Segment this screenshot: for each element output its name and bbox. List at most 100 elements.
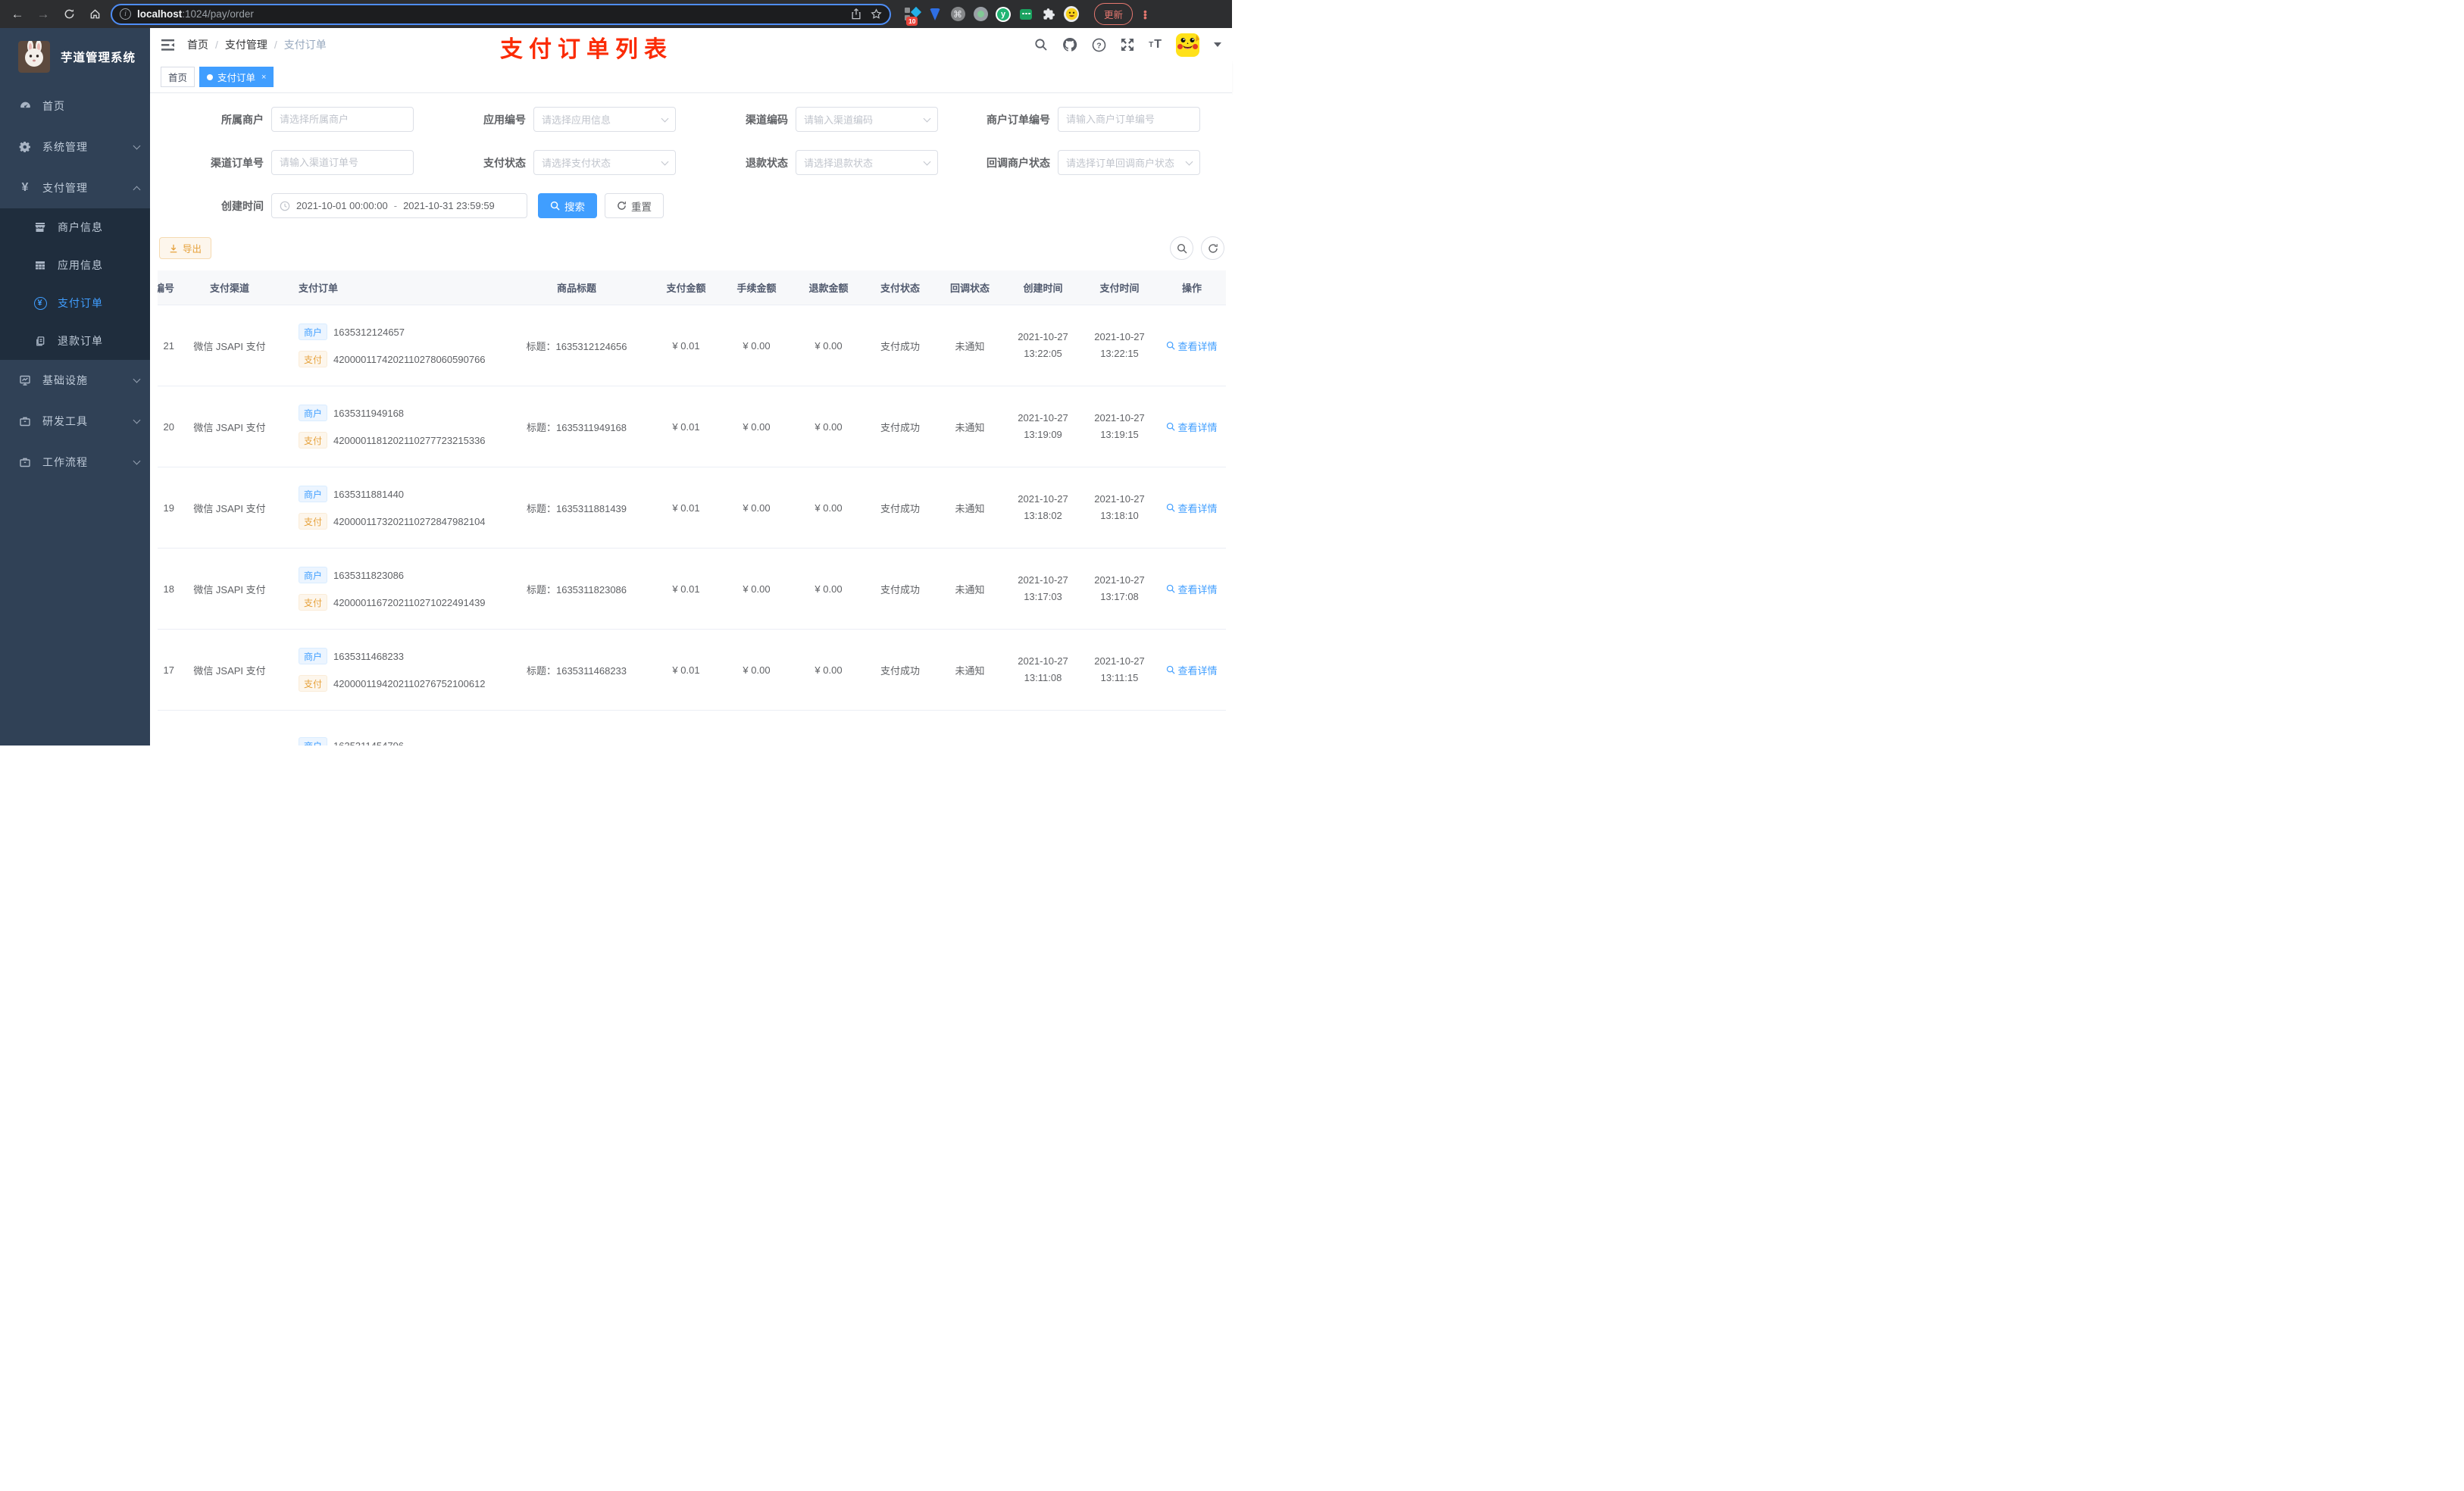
clock-icon: [280, 201, 290, 211]
orders-table: 编号 支付渠道 支付订单 商品标题 支付金额 手续金额 退款金额 支付状态 回调…: [158, 270, 1226, 746]
breadcrumb-current: 支付订单: [283, 39, 327, 51]
magnifier-icon: [1167, 341, 1176, 350]
reset-button[interactable]: 重置: [605, 193, 664, 218]
magnifier-icon: [1167, 665, 1176, 674]
back-icon[interactable]: ←: [8, 5, 27, 24]
page-content: 所属商户 应用编号 请选择应用信息 渠道编码 请输入渠道编码 商户订单编号: [150, 93, 1232, 746]
extensions-puzzle-icon[interactable]: [1041, 7, 1056, 22]
app-select[interactable]: 请选择应用信息: [533, 107, 676, 132]
fullscreen-icon[interactable]: [1121, 38, 1134, 52]
extension-command-icon[interactable]: ⌘: [950, 7, 965, 22]
channel-order-no-input[interactable]: [271, 150, 414, 175]
shop-icon: [33, 221, 47, 233]
chevron-down-icon: [661, 114, 669, 122]
breadcrumb-home[interactable]: 首页: [187, 37, 208, 52]
filter-row-1: 所属商户 应用编号 请选择应用信息 渠道编码 请输入渠道编码 商户订单编号: [158, 107, 1226, 132]
gear-icon: [18, 141, 32, 153]
view-detail-link[interactable]: 查看详情: [1166, 582, 1218, 596]
pay-status-select[interactable]: 请选择支付状态: [533, 150, 676, 175]
profile-avatar-icon[interactable]: [1064, 6, 1079, 22]
sidebar-item-refund-order[interactable]: 退款订单: [0, 322, 150, 360]
home-icon[interactable]: [85, 5, 105, 24]
pay-tag: 支付: [299, 351, 328, 367]
export-button[interactable]: 导出: [159, 237, 212, 259]
create-time-range-picker[interactable]: 2021-10-01 00:00:00 - 2021-10-31 23:59:5…: [271, 193, 527, 218]
help-icon[interactable]: ?: [1092, 38, 1106, 52]
sidebar-item-devtool[interactable]: 研发工具: [0, 401, 150, 442]
filter-row-2: 渠道订单号 支付状态 请选择支付状态 退款状态 请选择退款状态 回调商户状态 请…: [158, 150, 1226, 175]
search-toggle-button[interactable]: [1170, 236, 1193, 260]
search-icon[interactable]: [1034, 38, 1048, 52]
site-info-icon[interactable]: i: [120, 8, 131, 20]
table-row: 21 微信 JSAPI 支付 商户 1635312124657 支付 4200001…: [158, 305, 1226, 386]
sidebar-item-merchant-info[interactable]: 商户信息: [0, 208, 150, 246]
sidebar-item-workflow[interactable]: 工作流程: [0, 442, 150, 483]
top-navbar: 首页 / 支付管理 / 支付订单 支付订单列表 ? T T: [150, 28, 1232, 62]
tag-pay-order[interactable]: 支付订单 ×: [199, 67, 274, 87]
date-end: 2021-10-31 23:59:59: [403, 200, 495, 211]
reload-icon[interactable]: [59, 5, 79, 24]
chevron-down-icon: [133, 142, 141, 149]
sidebar-item-pay[interactable]: ¥ 支付管理: [0, 167, 150, 208]
font-size-icon[interactable]: TT: [1149, 38, 1162, 52]
breadcrumb: 首页 / 支付管理 / 支付订单: [187, 37, 327, 52]
extension-record-icon[interactable]: [973, 7, 988, 22]
download-icon: [170, 244, 177, 252]
github-icon[interactable]: [1062, 37, 1077, 52]
svg-text:?: ?: [1096, 41, 1101, 50]
view-detail-link[interactable]: 查看详情: [1166, 339, 1218, 353]
table-header-row: 编号 支付渠道 支付订单 商品标题 支付金额 手续金额 退款金额 支付状态 回调…: [158, 270, 1226, 305]
extension-badge: 10: [906, 16, 918, 26]
share-icon[interactable]: [851, 8, 861, 20]
sidebar-item-infra[interactable]: 基础设施: [0, 360, 150, 401]
tags-view-bar: 首页 支付订单 ×: [150, 61, 1232, 93]
app-logo[interactable]: 芋道管理系统: [0, 28, 150, 86]
filter-label-channel-order-no: 渠道订单号: [211, 156, 264, 169]
search-button[interactable]: 搜索: [538, 193, 597, 218]
merchant-tag: 商户: [299, 405, 328, 421]
sidebar-collapse-icon[interactable]: [161, 39, 175, 52]
pay-tag: 支付: [299, 675, 328, 692]
filter-label-notify-status: 回调商户状态: [987, 156, 1050, 169]
tag-close-icon[interactable]: ×: [261, 73, 266, 82]
dashboard-icon: [18, 100, 32, 113]
merchant-tag: 商户: [299, 567, 328, 583]
refresh-table-button[interactable]: [1201, 236, 1224, 260]
refund-status-select[interactable]: 请选择退款状态: [796, 150, 938, 175]
sidebar: 芋道管理系统 首页 系统管理 ¥ 支付管理 商户信息 应用信息 ¥ 支付订单 退…: [0, 28, 150, 746]
tag-home[interactable]: 首页: [161, 67, 195, 87]
extension-grid-icon[interactable]: 10: [905, 6, 922, 26]
view-detail-link[interactable]: 查看详情: [1166, 663, 1218, 677]
sidebar-item-app-info[interactable]: 应用信息: [0, 246, 150, 284]
extension-y-icon[interactable]: y: [996, 6, 1011, 22]
magnifier-icon: [1167, 422, 1176, 431]
pay-tag: 支付: [299, 432, 328, 449]
notify-status-select[interactable]: 请选择订单回调商户状态: [1058, 150, 1200, 175]
chevron-down-icon: [661, 158, 669, 165]
address-bar[interactable]: i localhost:1024/pay/order: [111, 3, 891, 25]
extension-kite-icon[interactable]: [927, 7, 943, 22]
view-detail-link[interactable]: 查看详情: [1166, 420, 1218, 434]
merchant-input[interactable]: [271, 107, 414, 132]
sidebar-item-pay-order[interactable]: ¥ 支付订单: [0, 284, 150, 322]
extension-chat-icon[interactable]: [1018, 7, 1033, 22]
breadcrumb-pay[interactable]: 支付管理: [225, 37, 267, 52]
browser-update-button[interactable]: 更新: [1094, 3, 1134, 25]
forward-icon[interactable]: →: [33, 5, 53, 24]
pay-submenu: 商户信息 应用信息 ¥ 支付订单 退款订单: [0, 208, 150, 360]
channel-code-select[interactable]: 请输入渠道编码: [796, 107, 938, 132]
avatar-dropdown-caret[interactable]: [1214, 42, 1221, 47]
refresh-icon: [618, 202, 626, 210]
extensions-strip: 10 ⌘ y: [905, 6, 1079, 26]
table-toolbar: 导出: [159, 236, 1224, 260]
briefcase-icon: [18, 456, 32, 468]
document-copy-icon: [33, 336, 47, 347]
view-detail-link[interactable]: 查看详情: [1166, 501, 1218, 515]
browser-menu-icon[interactable]: • • •: [1143, 6, 1147, 23]
merchant-order-no-input[interactable]: [1058, 107, 1200, 132]
user-avatar[interactable]: [1176, 33, 1199, 57]
sidebar-item-system[interactable]: 系统管理: [0, 127, 150, 167]
bookmark-star-icon[interactable]: [871, 8, 882, 20]
sidebar-item-home[interactable]: 首页: [0, 86, 150, 127]
yen-icon: ¥: [21, 181, 29, 194]
